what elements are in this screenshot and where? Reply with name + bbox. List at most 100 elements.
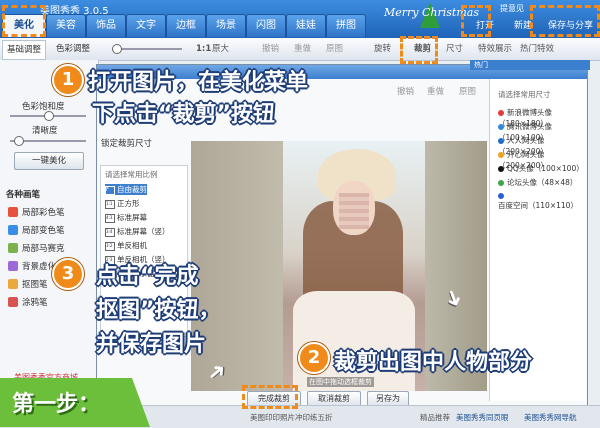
renren-icon <box>498 138 504 144</box>
weibo-icon <box>498 110 504 116</box>
mosaic-brush-icon <box>8 243 18 253</box>
lock-size-checkbox[interactable]: 锁定裁剪尺寸 <box>101 137 152 149</box>
zoom-slider-knob[interactable] <box>112 44 122 54</box>
step-number-3: 3 <box>52 258 84 290</box>
forum-icon <box>498 180 504 186</box>
status-link-2[interactable]: 美图秀秀网导航 <box>524 412 577 423</box>
ratio-icon: 3:2 <box>105 241 115 251</box>
ratio-item[interactable]: 3:4 标准屏幕（竖） <box>105 226 170 237</box>
redo-button[interactable]: 重做 <box>294 42 311 56</box>
photo-subject-body <box>293 291 415 391</box>
tencent-icon <box>498 124 504 130</box>
ratio-item[interactable]: 1:1 正方形 <box>105 198 140 209</box>
tab-border[interactable]: 边框 <box>166 14 206 37</box>
ratio-icon: F <box>105 185 115 195</box>
highlight-complete-crop <box>242 385 298 409</box>
ratio-label: 正方形 <box>117 199 140 208</box>
ratio-icon: 4:3 <box>105 213 115 223</box>
size-label: QQ头像（100×100） <box>507 164 584 173</box>
step-banner: 第一步： <box>0 378 150 427</box>
ratio-list-title: 请选择常用比例 <box>105 170 158 179</box>
original-size-button[interactable]: 原大 <box>212 42 229 56</box>
baidu-icon <box>498 193 504 199</box>
tab-collage[interactable]: 拼图 <box>326 14 366 37</box>
annotation-step1-line2: 下点击“裁剪”按钮 <box>92 102 275 127</box>
brush-doodle[interactable]: 涂鸦笔 <box>22 296 48 308</box>
color-brush-icon <box>8 207 18 217</box>
dialog-undo-button[interactable]: 撤销 <box>397 85 414 99</box>
one-click-beautify-button[interactable]: 一键美化 <box>14 152 84 170</box>
kaixin-icon <box>498 152 504 158</box>
tab-flash[interactable]: 闪图 <box>246 14 286 37</box>
effects-tab[interactable]: 特效展示 <box>478 42 512 56</box>
undo-button[interactable]: 撤销 <box>262 42 279 56</box>
highlight-crop <box>400 36 438 64</box>
brush-section-title: 各种画笔 <box>6 190 41 200</box>
tab-skin[interactable]: 美容 <box>46 14 86 37</box>
toolbar: 基础调整 色彩调整 1:1 原大 撤销 重做 原图 旋转 裁剪 尺寸 特效展示 … <box>0 38 600 61</box>
doodle-brush-icon <box>8 297 18 307</box>
tab-doll[interactable]: 娃娃 <box>286 14 326 37</box>
size-item[interactable]: QQ头像（100×100） <box>498 163 584 174</box>
reset-button[interactable]: 原图 <box>326 42 343 56</box>
ratio-item[interactable]: F 自由裁剪 <box>105 184 147 195</box>
resize-button[interactable]: 尺寸 <box>446 42 463 56</box>
effects-strip: 热门 <box>470 60 590 70</box>
ratio-label: 标准屏幕 <box>117 213 147 222</box>
tab-scene[interactable]: 场景 <box>206 14 246 37</box>
crop-hint: 在图中拖动选框裁剪 <box>307 377 374 387</box>
sharpness-label: 清晰度 <box>32 126 58 136</box>
size-label: 论坛头像（48×48） <box>507 178 578 187</box>
hot-label: 热门 <box>474 61 488 69</box>
highlight-save-share <box>530 5 600 37</box>
size-label: 百度空间（110×110） <box>498 201 578 210</box>
annotation-step3-line2: 抠图”按钮， <box>96 298 221 323</box>
subtab-color[interactable]: 色彩调整 <box>52 40 94 58</box>
highlight-beautify-tab <box>2 5 46 37</box>
tab-decoration[interactable]: 饰品 <box>86 14 126 37</box>
sharpness-knob[interactable] <box>14 136 24 146</box>
annotation-step1-line1: 打开图片，在美化菜单 <box>88 70 309 95</box>
saturation-knob[interactable] <box>44 111 54 121</box>
brush-local-recolor[interactable]: 局部变色笔 <box>22 224 65 236</box>
saturation-label: 色彩饱和度 <box>22 102 65 112</box>
annotation-step3-line3: 并保存图片 <box>96 332 207 357</box>
hot-effects-tab[interactable]: 热门特效 <box>520 42 554 56</box>
title-bar: 美图秀秀 3.0.5 美化 美容 饰品 文字 边框 场景 闪图 娃娃 拼图 Me… <box>0 0 600 38</box>
step-banner-text: 第一步： <box>12 392 101 417</box>
zoom-one-to-one[interactable]: 1:1 <box>196 42 211 56</box>
ratio-item[interactable]: 3:2 单反相机 <box>105 240 147 251</box>
brush-mosaic[interactable]: 局部马赛克 <box>22 242 65 254</box>
ratio-label: 标准屏幕（竖） <box>117 227 170 236</box>
step-number-1: 1 <box>52 64 84 96</box>
subtab-basic[interactable]: 基础调整 <box>2 40 47 60</box>
brush-local-color[interactable]: 局部彩色笔 <box>22 206 65 218</box>
left-panel: 色彩饱和度 清晰度 一键美化 各种画笔 局部彩色笔 局部变色笔 局部马赛克 背景… <box>0 60 99 405</box>
rotate-button[interactable]: 旋转 <box>374 42 391 56</box>
step-number-2: 2 <box>298 342 330 374</box>
ratio-icon: 3:4 <box>105 227 115 237</box>
feedback-link[interactable]: 提意见 <box>500 3 524 14</box>
brush-cutout[interactable]: 抠图笔 <box>22 278 48 290</box>
status-link-1[interactable]: 美图秀秀同页眼 <box>456 412 509 423</box>
blur-brush-icon <box>8 261 18 271</box>
ratio-label: 单反相机 <box>117 241 147 250</box>
dialog-reset-button[interactable]: 原图 <box>459 85 476 99</box>
ratio-icon: 1:1 <box>105 199 115 209</box>
cutout-brush-icon <box>8 279 18 289</box>
zoom-slider[interactable] <box>112 48 182 50</box>
dialog-redo-button[interactable]: 重做 <box>427 85 444 99</box>
brush-background-blur[interactable]: 背景虚化 <box>22 260 56 272</box>
ratio-item[interactable]: 4:3 标准屏幕 <box>105 212 147 223</box>
size-list-title: 请选择常用尺寸 <box>498 90 551 99</box>
size-item[interactable]: 百度空间（110×110） <box>498 191 586 211</box>
annotation-step3-line1: 点击“完成 <box>96 264 199 289</box>
highlight-open <box>461 5 491 37</box>
recommend-label: 精品推荐 <box>420 413 450 422</box>
face-mosaic <box>339 193 369 229</box>
annotation-step2: 裁剪出图中人物部分 <box>334 350 533 375</box>
recolor-brush-icon <box>8 225 18 235</box>
status-promo[interactable]: 美图印印照片冲印练五折 <box>250 412 333 423</box>
size-item[interactable]: 论坛头像（48×48） <box>498 177 577 188</box>
tab-text[interactable]: 文字 <box>126 14 166 37</box>
